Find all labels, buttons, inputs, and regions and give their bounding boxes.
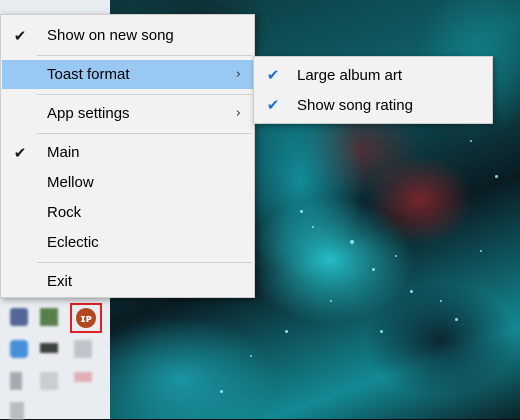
network-icon[interactable]	[40, 372, 58, 390]
menu-item-rock[interactable]: Rock	[2, 198, 253, 227]
menu-item-label: App settings	[47, 105, 130, 122]
menu-item-label: Mellow	[47, 174, 94, 191]
app-logo-icon: ɪᴘ	[76, 308, 96, 328]
usb-icon[interactable]	[10, 372, 22, 390]
menu-item-show-on-new-song[interactable]: ✔ Show on new song	[2, 21, 253, 50]
menu-item-label: Large album art	[297, 66, 403, 84]
chevron-right-icon: ›	[235, 67, 241, 82]
menu-item-toast-format[interactable]: Toast format ›	[2, 60, 253, 89]
menu-separator	[37, 262, 252, 263]
checkmark-icon: ✔	[266, 66, 280, 84]
misc-tray-icon[interactable]	[10, 402, 24, 420]
menu-item-label: Show on new song	[47, 27, 174, 44]
submenu-item-show-song-rating[interactable]: ✔ Show song rating	[255, 90, 491, 120]
menu-item-label: Exit	[47, 273, 73, 290]
menu-item-eclectic[interactable]: Eclectic	[2, 228, 253, 257]
flag-icon[interactable]	[74, 372, 92, 382]
menu-item-label: Toast format	[47, 66, 130, 83]
checkmark-icon: ✔	[13, 143, 27, 162]
app-tray-icon[interactable]: ɪᴘ	[70, 303, 102, 333]
chevron-right-icon: ›	[235, 106, 241, 121]
menu-separator	[37, 133, 252, 134]
menu-item-app-settings[interactable]: App settings ›	[2, 99, 253, 128]
menu-separator	[37, 55, 252, 56]
menu-item-main[interactable]: ✔ Main	[2, 138, 253, 167]
volume-icon[interactable]	[74, 340, 92, 358]
submenu-item-large-album-art[interactable]: ✔ Large album art	[255, 60, 491, 90]
battery-icon[interactable]	[40, 343, 58, 353]
bluetooth-icon[interactable]	[10, 340, 28, 358]
toast-format-submenu: ✔ Large album art ✔ Show song rating	[253, 56, 493, 124]
minecraft-icon[interactable]	[40, 308, 58, 326]
menu-item-label: Rock	[47, 204, 82, 221]
checkmark-icon: ✔	[13, 26, 27, 45]
menu-item-label: Show song rating	[297, 96, 413, 114]
checkmark-icon: ✔	[266, 96, 280, 114]
menu-item-label: Main	[47, 144, 80, 161]
menu-item-label: Eclectic	[47, 234, 99, 251]
tray-context-menu: ✔ Show on new song Toast format › App se…	[0, 14, 255, 298]
menu-separator	[37, 94, 252, 95]
window-icon[interactable]	[10, 308, 28, 326]
menu-item-mellow[interactable]: Mellow	[2, 168, 253, 197]
menu-item-exit[interactable]: Exit	[2, 267, 253, 296]
